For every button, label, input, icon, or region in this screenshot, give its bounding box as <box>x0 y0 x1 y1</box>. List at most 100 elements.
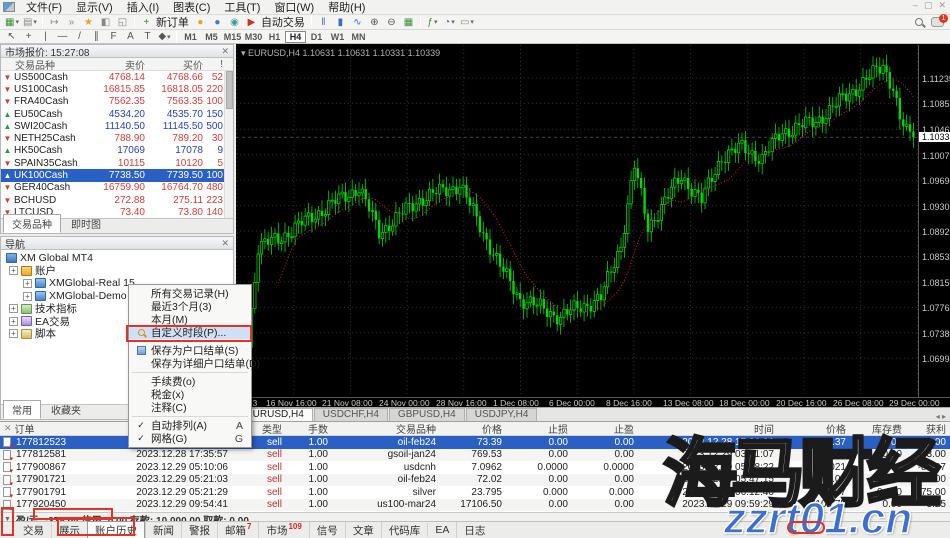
terminal-tab-账户历史[interactable]: 账户历史 <box>87 521 145 538</box>
fibonacci-icon[interactable]: F <box>106 30 121 43</box>
terminal-tab-信号[interactable]: 信号 <box>309 522 345 538</box>
expand-icon[interactable]: + <box>9 329 18 338</box>
market-watch-tab[interactable]: 即时图 <box>62 214 110 233</box>
context-menu-item[interactable]: 最近3个月(3) <box>129 300 251 313</box>
indicators-icon[interactable]: ƒ▾ <box>425 16 440 29</box>
bar-chart-icon[interactable]: ‖ <box>316 16 331 29</box>
market-row[interactable]: ▼NETH25Cash 788.90 789.20 30 <box>1 132 233 144</box>
candlestick-canvas[interactable] <box>236 45 918 397</box>
market-row[interactable]: ▼US500Cash 4768.14 4768.66 52 <box>1 71 233 83</box>
menu-H[interactable]: 帮助(H) <box>321 0 372 16</box>
expand-icon[interactable]: + <box>9 304 18 313</box>
context-menu-item[interactable]: 保存为详细户口结单(D) <box>129 357 251 370</box>
context-menu-item[interactable]: 手续费(o) <box>129 375 251 388</box>
autotrading-icon[interactable]: ▶ <box>244 16 259 29</box>
zoom-in-icon[interactable]: ⊕ <box>367 16 382 29</box>
market-watch-tab[interactable]: 交易品种 <box>3 214 61 233</box>
vertical-line-icon[interactable]: | <box>38 30 53 43</box>
col-0[interactable]: ✕订单 <box>0 421 100 436</box>
templates-icon[interactable]: ▭▾ <box>459 16 475 29</box>
terminal-tab-警报[interactable]: 警报 <box>181 522 217 538</box>
trendline-icon[interactable]: / <box>72 30 87 43</box>
terminal-tab-市场[interactable]: 市场109 <box>258 522 308 538</box>
expand-icon[interactable]: + <box>23 279 32 288</box>
chart-shift-icon[interactable]: ↦ <box>47 16 62 29</box>
auto-scroll-icon[interactable]: » <box>64 16 79 29</box>
label-icon[interactable]: T <box>140 30 155 43</box>
col-bid[interactable]: 卖价 <box>89 57 145 72</box>
nav-node[interactable]: + 账户 <box>1 265 233 278</box>
col-ask[interactable]: 买价 <box>145 57 203 72</box>
timeframe-M5[interactable]: M5 <box>201 31 222 43</box>
new-order-icon[interactable]: + <box>139 16 154 29</box>
market-row[interactable]: ▼SPAIN35Cash 10115 10120 5 <box>1 157 233 169</box>
web-icon[interactable]: ◉ <box>227 16 242 29</box>
tab-scroll-arrows[interactable]: ◂ ▸ <box>936 412 950 421</box>
terminal-tab-代码库[interactable]: 代码库 <box>381 522 428 538</box>
expand-icon[interactable]: + <box>23 292 32 301</box>
history-row[interactable]: 177901791 2023.12.29 05:21:29 sell 1.00 … <box>0 486 950 499</box>
context-menu-item[interactable]: ✓自动排列(A) A <box>129 419 251 432</box>
close-icon[interactable]: ✕ <box>221 46 229 57</box>
community-icon[interactable]: ● <box>210 16 225 29</box>
col-4[interactable]: 交易品种 <box>332 421 440 436</box>
col-11[interactable]: 获利 <box>906 421 950 436</box>
new-order-icon-label[interactable]: 新订单 <box>156 14 189 30</box>
history-row[interactable]: 177900867 2023.12.29 05:10:06 sell 1.00 … <box>0 461 950 474</box>
terminal-tab-展示[interactable]: 展示 <box>51 522 87 538</box>
chart-tab-USDJPY[interactable]: USDJPY,H4 <box>466 408 538 421</box>
col-7[interactable]: 止盈 <box>572 421 638 436</box>
col-9[interactable]: 价格 <box>778 421 850 436</box>
zoom-out-icon[interactable]: ⊖ <box>384 16 399 29</box>
window-control-icon[interactable]: ▢ <box>924 0 933 11</box>
history-row[interactable]: 177812581 2023.12.28 17:35:57 sell 1.00 … <box>0 449 950 462</box>
cursor-icon[interactable]: ↖ <box>4 30 19 43</box>
favorites-icon[interactable]: ★ <box>81 16 96 29</box>
timeframe-W1[interactable]: W1 <box>327 31 348 43</box>
tile-windows-icon[interactable]: ▦ <box>401 16 416 29</box>
text-icon[interactable]: A <box>123 30 138 43</box>
crosshair-icon[interactable]: + <box>21 30 36 43</box>
navigator-tab[interactable]: 常用 <box>3 400 41 419</box>
col-6[interactable]: 止损 <box>506 421 572 436</box>
terminal-tab-文章[interactable]: 文章 <box>345 522 381 538</box>
channel-icon[interactable]: ∥ <box>89 30 104 43</box>
window-control-icon[interactable]: ✕ <box>938 0 946 11</box>
profiles-icon[interactable]: ▤▾ <box>22 16 38 29</box>
shapes-icon[interactable]: ◆▾ <box>157 30 172 43</box>
market-watch-scrollbar[interactable] <box>224 71 233 218</box>
expand-icon[interactable]: + <box>9 266 18 275</box>
market-row[interactable]: ▼US100Cash 16815.85 16818.05 220 <box>1 83 233 95</box>
col-3[interactable]: 手数 <box>286 421 332 436</box>
terminal-tab-交易[interactable]: 交易 <box>16 522 51 538</box>
deposit-icon[interactable]: ● <box>193 16 208 29</box>
chart-tab-GBPUSD[interactable]: GBPUSD,H4 <box>389 408 465 421</box>
history-row[interactable]: 177901721 2023.12.29 05:21:03 sell 1.00 … <box>0 474 950 487</box>
autotrading-icon-label[interactable]: 自动交易 <box>261 14 305 30</box>
close-icon[interactable]: ✕ <box>221 238 229 249</box>
timeframe-M15[interactable]: M15 <box>222 31 243 43</box>
context-menu-item[interactable]: 注释(C) <box>129 401 251 414</box>
horizontal-line-icon[interactable]: — <box>55 30 70 43</box>
menu-V[interactable]: 显示(V) <box>69 0 120 16</box>
market-row[interactable]: ▲HK50Cash 17069 17078 9 <box>1 145 233 157</box>
windows-layout-icon[interactable]: ◧ <box>98 16 113 29</box>
timeframe-H4[interactable]: H4 <box>285 31 306 43</box>
col-5[interactable]: 价格 <box>440 421 506 436</box>
col-symbol[interactable]: 交易品种 <box>1 57 89 72</box>
menu-T[interactable]: 工具(T) <box>217 0 267 16</box>
periods-icon[interactable]: ◔▾ <box>442 16 457 29</box>
context-menu-item[interactable]: ✓网格(G) G <box>129 432 251 445</box>
context-menu-item[interactable]: 自定义时段(P)... <box>129 326 251 339</box>
col-spread[interactable]: ! <box>203 59 225 70</box>
market-row[interactable]: ▲UK100Cash 7738.50 7739.50 100 <box>1 169 233 181</box>
chart-tab-USDCHF[interactable]: USDCHF,H4 <box>314 408 388 421</box>
market-row[interactable]: ▼FRA40Cash 7562.35 7563.35 100 <box>1 96 233 108</box>
expand-icon[interactable]: + <box>9 317 18 326</box>
menu-F[interactable]: 文件(F) <box>19 0 69 16</box>
col-10[interactable]: 库存费 <box>850 421 906 436</box>
market-row[interactable]: ▼GER40Cash 16759.90 16764.70 480 <box>1 182 233 194</box>
market-row[interactable]: ▲EU50Cash 4534.20 4535.70 150 <box>1 108 233 120</box>
timeframe-M1[interactable]: M1 <box>180 31 201 43</box>
col-8[interactable]: 时间 <box>638 421 778 436</box>
